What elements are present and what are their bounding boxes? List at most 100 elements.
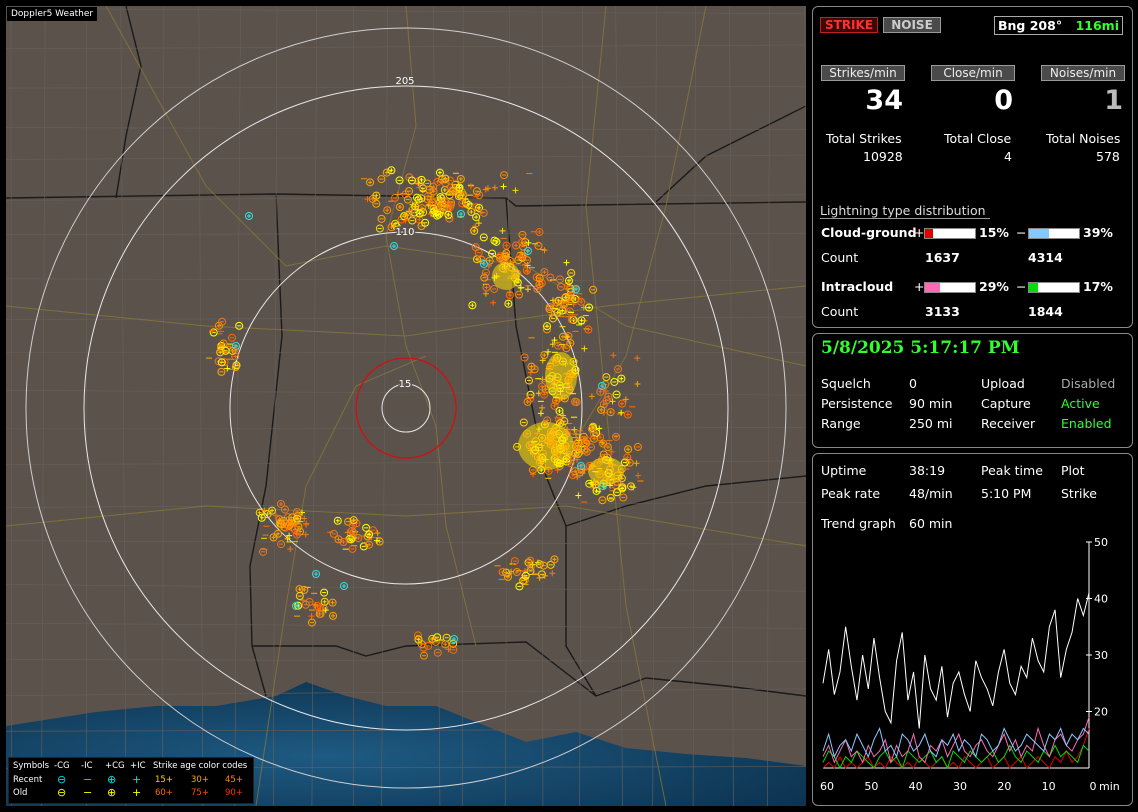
cg-plus-sign: +: [914, 225, 925, 240]
legend-neg-cg-old-icon: ⊖: [57, 786, 67, 799]
trend-y-tick: 20: [1094, 706, 1108, 719]
trend-graph-value: 60 min: [909, 516, 953, 531]
cg-neg-percent: 39%: [1083, 225, 1113, 240]
strike-map[interactable]: 205 110 15 Doppler5 Weather Symbols -CG …: [6, 6, 806, 806]
trend-x-tick: 0: [1090, 780, 1097, 793]
total-noises-value: 578: [1096, 149, 1120, 164]
plot-label: Plot: [1061, 463, 1085, 478]
uptime-value: 38:19: [909, 463, 946, 478]
legend-pos-cg-old-icon: ⊕: [107, 786, 117, 799]
close-min-value: 0: [994, 85, 1013, 116]
peak-rate-label: Peak rate: [821, 486, 881, 501]
legend-age-label: Strike age color codes: [153, 761, 248, 771]
trend-y-tick: 50: [1094, 536, 1108, 549]
total-close-label: Total Close: [944, 131, 1012, 146]
county-lines: [6, 6, 806, 806]
cg-neg-bar: [1028, 228, 1080, 239]
road-lines: [6, 6, 806, 806]
strike-markers: [206, 166, 644, 660]
peak-rate-value: 48/min: [909, 486, 953, 501]
legend-old-label: Old: [13, 788, 28, 798]
distance-value: 116mi: [1075, 18, 1119, 33]
receiver-label: Receiver: [981, 416, 1036, 431]
trend-x-tick: 40: [909, 780, 923, 793]
legend-neg-ic-old-icon: −: [83, 786, 93, 799]
legend-neg-cg-recent-icon: ⊖: [57, 773, 67, 786]
legend-header-pos-cg: +CG: [105, 761, 125, 771]
legend-pos-cg-recent-icon: ⊕: [107, 773, 117, 786]
uptime-label: Uptime: [821, 463, 867, 478]
legend-neg-ic-recent-icon: −: [83, 773, 93, 786]
trend-panel: Uptime 38:19 Peak time Plot Peak rate 48…: [812, 453, 1133, 806]
ring-label-middle: 110: [395, 227, 414, 238]
range-label: Range: [821, 416, 861, 431]
total-noises-label: Total Noises: [1046, 131, 1121, 146]
capture-label: Capture: [981, 396, 1031, 411]
strike-stats-panel: STRIKE NOISE Bng 208° 116mi Strikes/min …: [812, 6, 1133, 328]
legend-header-neg-ic: -IC: [81, 761, 93, 771]
trend-series-line: [822, 716, 1090, 765]
ic-pos-bar: [924, 282, 976, 293]
datetime-display: 5/8/2025 5:17:17 PM: [821, 338, 1020, 358]
state-borders: [6, 6, 806, 697]
legend-age-15: 15+: [155, 775, 173, 785]
strike-button[interactable]: STRIKE: [820, 17, 878, 33]
ic-pos-percent: 29%: [979, 279, 1009, 294]
cg-pos-count: 1637: [925, 250, 960, 265]
peak-time-label: Peak time: [981, 463, 1043, 478]
trend-y-tick: 30: [1094, 649, 1108, 662]
bearing-value: Bng 208°: [998, 18, 1063, 33]
legend-recent-label: Recent: [13, 775, 43, 785]
legend-header-pos-ic: +IC: [130, 761, 146, 771]
legend-header-neg-cg: -CG: [54, 761, 70, 771]
map-title: Doppler5 Weather: [7, 7, 98, 21]
cloud-ground-label: Cloud-ground: [821, 225, 917, 240]
ic-neg-bar: [1028, 282, 1080, 293]
persistence-value: 90 min: [909, 396, 953, 411]
bearing-box: Bng 208° 116mi: [994, 16, 1123, 35]
receiver-value: Enabled: [1061, 416, 1112, 431]
noise-button[interactable]: NOISE: [883, 17, 941, 33]
cg-minus-sign: −: [1016, 225, 1027, 240]
trend-series-line: [822, 592, 1090, 729]
ic-minus-sign: −: [1016, 279, 1027, 294]
close-min-label: Close/min: [931, 65, 1015, 81]
ic-plus-sign: +: [914, 279, 925, 294]
squelch-value: 0: [909, 376, 917, 391]
total-close-value: 4: [1004, 149, 1012, 164]
distribution-title: Lightning type distribution: [820, 203, 990, 219]
cg-pos-percent: 15%: [979, 225, 1009, 240]
trend-x-tick: 60: [820, 780, 834, 793]
total-strikes-label: Total Strikes: [826, 131, 902, 146]
legend-pos-ic-old-icon: +: [132, 786, 142, 799]
upload-value: Disabled: [1061, 376, 1116, 391]
persistence-label: Persistence: [821, 396, 893, 411]
settings-panel: 5/8/2025 5:17:17 PM Squelch 0 Persistenc…: [812, 333, 1133, 448]
trend-y-tick: 40: [1094, 593, 1108, 606]
trend-x-tick: 30: [953, 780, 967, 793]
strikes-min-label: Strikes/min: [821, 65, 905, 81]
cg-neg-count: 4314: [1028, 250, 1063, 265]
noises-min-value: 1: [1104, 85, 1123, 116]
legend-age-60: 60+: [155, 788, 173, 798]
ic-neg-percent: 17%: [1083, 279, 1113, 294]
noises-min-label: Noises/min: [1041, 65, 1125, 81]
squelch-label: Squelch: [821, 376, 871, 391]
cg-count-label: Count: [821, 250, 859, 265]
ic-count-label: Count: [821, 304, 859, 319]
capture-value: Active: [1061, 396, 1100, 411]
legend-age-75: 75+: [191, 788, 209, 798]
trend-graph: 50 40 30 20 60 50 40 30 20 10 0 min: [820, 536, 1120, 793]
plot-value[interactable]: Strike: [1061, 486, 1097, 501]
strikes-min-value: 34: [865, 85, 903, 116]
symbol-legend: Symbols -CG -IC +CG +IC Strike age color…: [8, 757, 254, 804]
legend-symbols-label: Symbols: [13, 761, 50, 771]
trend-graph-label: Trend graph: [821, 516, 896, 531]
ring-label-outer: 205: [395, 76, 414, 87]
map-canvas: 205 110 15: [6, 6, 806, 806]
range-rings: [25, 27, 787, 789]
ic-pos-count: 3133: [925, 304, 960, 319]
legend-age-90: 90+: [225, 788, 243, 798]
ic-neg-count: 1844: [1028, 304, 1063, 319]
legend-age-30: 30+: [191, 775, 209, 785]
